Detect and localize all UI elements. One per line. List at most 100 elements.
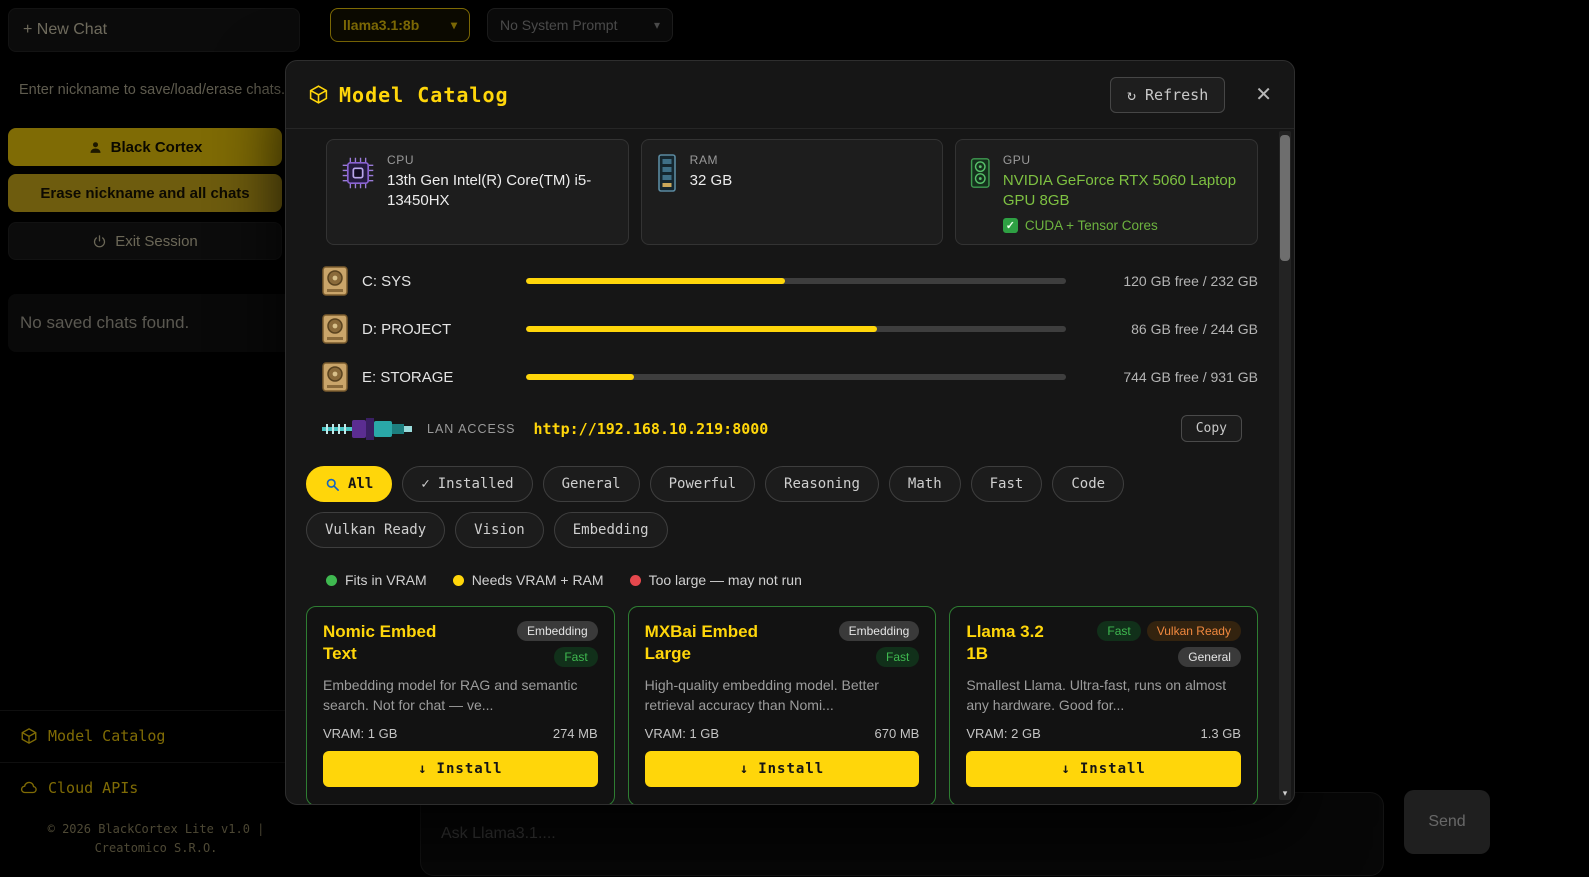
model-vram: VRAM: 1 GB: [323, 726, 397, 741]
model-meta: VRAM: 1 GB 274 MB: [323, 726, 598, 741]
filter-chip-label: Code: [1071, 476, 1105, 492]
badge-fast: Fast: [876, 647, 919, 667]
ethernet-cable-icon: [320, 416, 415, 442]
copy-button[interactable]: Copy: [1181, 415, 1242, 442]
disk-row: C: SYS 120 GB free / 232 GB: [322, 259, 1258, 303]
lan-access-label: LAN ACCESS: [427, 422, 516, 436]
ram-icon: [656, 153, 678, 193]
filter-chip-math[interactable]: Math: [889, 466, 961, 502]
disk-row: D: PROJECT 86 GB free / 244 GB: [322, 307, 1258, 351]
checkbox-checked-icon: ✓: [1003, 218, 1018, 233]
badge-embedding: Embedding: [839, 621, 920, 641]
disk-free-space: 120 GB free / 232 GB: [1080, 273, 1258, 289]
filter-chip-all[interactable]: All: [306, 466, 392, 502]
disk-usage-bar: [526, 374, 1066, 380]
refresh-button[interactable]: ↻ Refresh: [1110, 77, 1225, 113]
legend-label: Fits in VRAM: [345, 572, 427, 588]
legend-label: Too large — may not run: [649, 572, 802, 588]
disk-name: D: PROJECT: [362, 321, 512, 338]
badge-vulkan-ready: Vulkan Ready: [1147, 621, 1241, 641]
model-size: 274 MB: [553, 726, 598, 741]
filter-chip-label: All: [348, 476, 373, 492]
filter-chip-vision[interactable]: Vision: [455, 512, 544, 548]
badge-fast: Fast: [554, 647, 597, 667]
filter-chip-label: Fast: [990, 476, 1024, 492]
legend-item: Needs VRAM + RAM: [453, 572, 604, 588]
model-badges: Embedding Fast: [802, 621, 920, 667]
filter-chip-embedding[interactable]: Embedding: [554, 512, 668, 548]
disk-name: E: STORAGE: [362, 369, 512, 386]
disk-name: C: SYS: [362, 273, 512, 290]
filter-chip-label: Powerful: [669, 476, 736, 492]
disk-usage-fill: [526, 374, 634, 380]
model-badges: Embedding Fast: [475, 621, 598, 667]
close-icon[interactable]: ✕: [1255, 82, 1272, 107]
disk-row: E: STORAGE 744 GB free / 931 GB: [322, 355, 1258, 399]
filter-chip-code[interactable]: Code: [1052, 466, 1124, 502]
install-button[interactable]: ↓ Install: [966, 751, 1241, 787]
filter-chip-fast[interactable]: Fast: [971, 466, 1043, 502]
model-size: 1.3 GB: [1201, 726, 1241, 741]
ram-card: RAM 32 GB: [641, 139, 944, 245]
modal-body: CPU 13th Gen Intel(R) Core(TM) i5-13450H…: [286, 129, 1294, 804]
filter-chip-label: Vulkan Ready: [325, 522, 426, 538]
download-icon: ↓: [1061, 761, 1070, 777]
lan-access-url: http://192.168.10.219:8000: [534, 420, 769, 438]
install-label: Install: [758, 761, 824, 777]
red-dot-icon: [630, 575, 641, 586]
install-button[interactable]: ↓ Install: [323, 751, 598, 787]
green-dot-icon: [326, 575, 337, 586]
filter-chip-powerful[interactable]: Powerful: [650, 466, 755, 502]
legend-item: Fits in VRAM: [326, 572, 427, 588]
model-card-nomic-embed-text: Nomic Embed Text Embedding Fast Embeddin…: [306, 606, 615, 804]
model-size: 670 MB: [875, 726, 920, 741]
hard-drive-icon: [322, 314, 348, 344]
filter-chip-label: Math: [908, 476, 942, 492]
model-meta: VRAM: 2 GB 1.3 GB: [966, 726, 1241, 741]
filter-chip-label: General: [562, 476, 621, 492]
model-card-header: Nomic Embed Text Embedding Fast: [323, 621, 598, 667]
disk-free-space: 744 GB free / 931 GB: [1080, 369, 1258, 385]
modal-header: Model Catalog ↻ Refresh ✕: [286, 61, 1294, 129]
legend-item: Too large — may not run: [630, 572, 802, 588]
model-catalog-modal: Model Catalog ↻ Refresh ✕ CPU 13: [285, 60, 1295, 805]
lan-access-row: LAN ACCESS http://192.168.10.219:8000 Co…: [320, 415, 1258, 442]
gpu-feature: ✓ CUDA + Tensor Cores: [1003, 218, 1243, 233]
disk-usage-fill: [526, 278, 785, 284]
cpu-label: CPU: [387, 153, 614, 167]
filter-chip-label: Vision: [474, 522, 525, 538]
ram-label: RAM: [690, 153, 733, 167]
filter-chip-installed[interactable]: ✓ Installed: [402, 466, 532, 502]
cpu-icon: [341, 153, 375, 193]
hardware-summary: CPU 13th Gen Intel(R) Core(TM) i5-13450H…: [326, 139, 1258, 245]
search-icon: [325, 477, 340, 492]
filter-chip-label: Installed: [438, 476, 514, 492]
scrollbar-thumb[interactable]: [1280, 135, 1290, 261]
gpu-label: GPU: [1003, 153, 1243, 167]
download-icon: ↓: [418, 761, 427, 777]
filter-chip-general[interactable]: General: [543, 466, 640, 502]
model-description: Embedding model for RAG and semantic sea…: [323, 675, 598, 716]
filter-chip-label: Reasoning: [784, 476, 860, 492]
disk-usage-bar: [526, 326, 1066, 332]
legend-label: Needs VRAM + RAM: [472, 572, 604, 588]
model-card-grid: Nomic Embed Text Embedding Fast Embeddin…: [306, 606, 1258, 804]
model-description: High-quality embedding model. Better ret…: [645, 675, 920, 716]
filter-chip-vulkan-ready[interactable]: Vulkan Ready: [306, 512, 445, 548]
modal-scrollbar[interactable]: ▾: [1279, 131, 1291, 800]
model-card-mxbai-embed-large: MXBai Embed Large Embedding Fast High-qu…: [628, 606, 937, 804]
model-card-header: Llama 3.2 1B Fast Vulkan Ready General: [966, 621, 1241, 667]
scroll-down-arrow-icon[interactable]: ▾: [1279, 788, 1291, 799]
install-button[interactable]: ↓ Install: [645, 751, 920, 787]
vram-legend: Fits in VRAM Needs VRAM + RAM Too large …: [326, 572, 1258, 588]
model-name: Nomic Embed Text: [323, 621, 467, 667]
model-card-llama-3-2-1b: Llama 3.2 1B Fast Vulkan Ready General S…: [949, 606, 1258, 804]
gpu-feature-label: CUDA + Tensor Cores: [1025, 218, 1158, 233]
gpu-icon: [970, 153, 991, 193]
badge-embedding: Embedding: [517, 621, 598, 641]
model-description: Smallest Llama. Ultra-fast, runs on almo…: [966, 675, 1241, 716]
model-vram: VRAM: 1 GB: [645, 726, 719, 741]
filter-chip-reasoning[interactable]: Reasoning: [765, 466, 879, 502]
filter-chip-label: Embedding: [573, 522, 649, 538]
ram-value: 32 GB: [690, 171, 733, 191]
